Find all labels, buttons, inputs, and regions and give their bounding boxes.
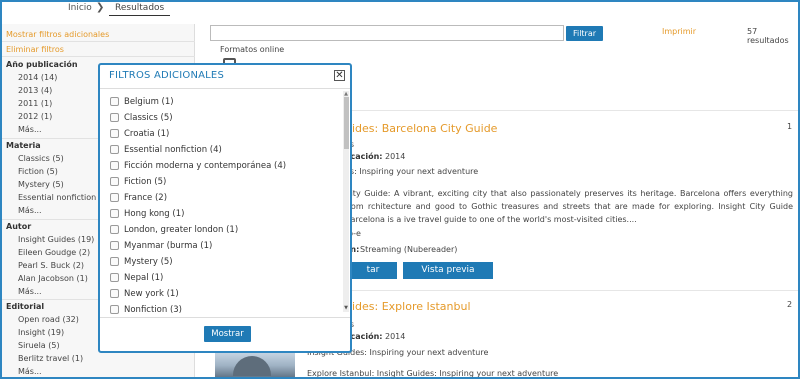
filter-option[interactable]: Mystery (5) [110, 255, 173, 268]
filter-item[interactable]: Berlitz travel (1) [6, 352, 191, 365]
result-title[interactable]: uides: Barcelona City Guide [345, 122, 497, 135]
divider [100, 317, 350, 318]
filter-option[interactable]: Nonfiction (3) [110, 303, 182, 315]
filter-button[interactable]: Filtrar [566, 26, 603, 41]
filter-option[interactable]: Fiction (5) [110, 175, 166, 188]
scrollbar-thumb[interactable] [344, 97, 349, 149]
divider [2, 56, 195, 57]
close-icon[interactable]: ✕ [334, 70, 345, 81]
app-frame: Inicio ❯ Resultados Mostrar filtros adic… [0, 0, 800, 379]
remove-filters-link[interactable]: Eliminar filtros [6, 45, 64, 54]
checkbox[interactable] [110, 161, 119, 170]
option-label: Nepal (1) [124, 272, 164, 283]
filter-options-list: Belgium (1) Classics (5) Croatia (1) Ess… [100, 91, 350, 315]
breadcrumb-home[interactable]: Inicio [68, 3, 92, 13]
additional-filters-modal: FILTROS ADICIONALES ✕ Belgium (1) Classi… [98, 63, 352, 353]
filter-option[interactable]: France (2) [110, 191, 167, 204]
checkbox[interactable] [110, 193, 119, 202]
result-title[interactable]: uides: Explore Istanbul [345, 300, 471, 313]
print-link[interactable]: Imprimir [662, 27, 696, 36]
result-pub-value: 2014 [385, 152, 406, 161]
checkbox[interactable] [110, 257, 119, 266]
option-label: Mystery (5) [124, 256, 173, 267]
checkbox[interactable] [110, 177, 119, 186]
checkbox[interactable] [110, 273, 119, 282]
filter-option[interactable]: Myanmar (burma (1) [110, 239, 212, 252]
checkbox[interactable] [110, 97, 119, 106]
result-pub-value: 2014 [385, 332, 406, 341]
modal-title: FILTROS ADICIONALES [109, 70, 225, 81]
option-label: Belgium (1) [124, 96, 174, 107]
preview-button[interactable]: Vista previa [403, 262, 493, 279]
option-label: Croatia (1) [124, 128, 170, 139]
option-label: Nonfiction (3) [124, 304, 182, 315]
option-label: Myanmar (burma (1) [124, 240, 213, 251]
filter-option[interactable]: Belgium (1) [110, 95, 174, 108]
search-input[interactable] [210, 25, 564, 41]
filter-option[interactable]: Essential nonfiction (4) [110, 143, 222, 156]
filter-option[interactable]: London, greater london (1) [110, 223, 238, 236]
show-more-filters-link[interactable]: Mostrar filtros adicionales [6, 30, 109, 39]
formats-label: Formatos online [220, 45, 285, 54]
checkbox[interactable] [110, 129, 119, 138]
borrow-button[interactable]: tar [349, 262, 397, 279]
checkbox[interactable] [110, 225, 119, 234]
option-label: Essential nonfiction (4) [124, 144, 222, 155]
checkbox[interactable] [110, 305, 119, 314]
option-label: France (2) [124, 192, 168, 203]
checkbox[interactable] [110, 241, 119, 250]
option-label: Fiction (5) [124, 176, 167, 187]
filter-option[interactable]: Nepal (1) [110, 271, 163, 284]
result-count: 57 resultados [747, 27, 789, 45]
chevron-right-icon: ❯ [96, 2, 105, 13]
option-label: Ficción moderna y contemporánea (4) [124, 160, 287, 171]
divider [100, 88, 350, 89]
option-label: Classics (5) [124, 112, 173, 123]
result-series: es: Inspiring your next adventure [345, 167, 479, 176]
scroll-down-icon[interactable]: ▼ [343, 305, 349, 311]
breadcrumb: Inicio ❯ Resultados [2, 2, 798, 16]
filter-option[interactable]: Classics (5) [110, 111, 173, 124]
option-label: London, greater london (1) [124, 224, 239, 235]
breadcrumb-current: Resultados [109, 2, 171, 16]
result-description: City Guide: A vibrant, exciting city tha… [345, 189, 793, 224]
option-label: Hong kong (1) [124, 208, 185, 219]
checkbox[interactable] [110, 145, 119, 154]
result-description: Explore Istanbul: Insight Guides: Inspir… [307, 369, 559, 378]
filter-option[interactable]: Hong kong (1) [110, 207, 184, 220]
divider [2, 41, 195, 42]
result-access-value: Streaming (Nubereader) [360, 245, 458, 254]
filter-option[interactable]: New york (1) [110, 287, 179, 300]
book-cover-image[interactable] [215, 352, 295, 377]
checkbox[interactable] [110, 209, 119, 218]
checkbox[interactable] [110, 113, 119, 122]
filter-option[interactable]: Croatia (1) [110, 127, 169, 140]
filter-option[interactable]: Ficción moderna y contemporánea (4) [110, 159, 286, 172]
checkbox[interactable] [110, 289, 119, 298]
result-number: 2 [787, 300, 793, 309]
show-button[interactable]: Mostrar [204, 326, 251, 342]
option-label: New york (1) [124, 288, 179, 299]
result-number: 1 [787, 122, 793, 131]
more-link[interactable]: Más... [6, 365, 191, 377]
